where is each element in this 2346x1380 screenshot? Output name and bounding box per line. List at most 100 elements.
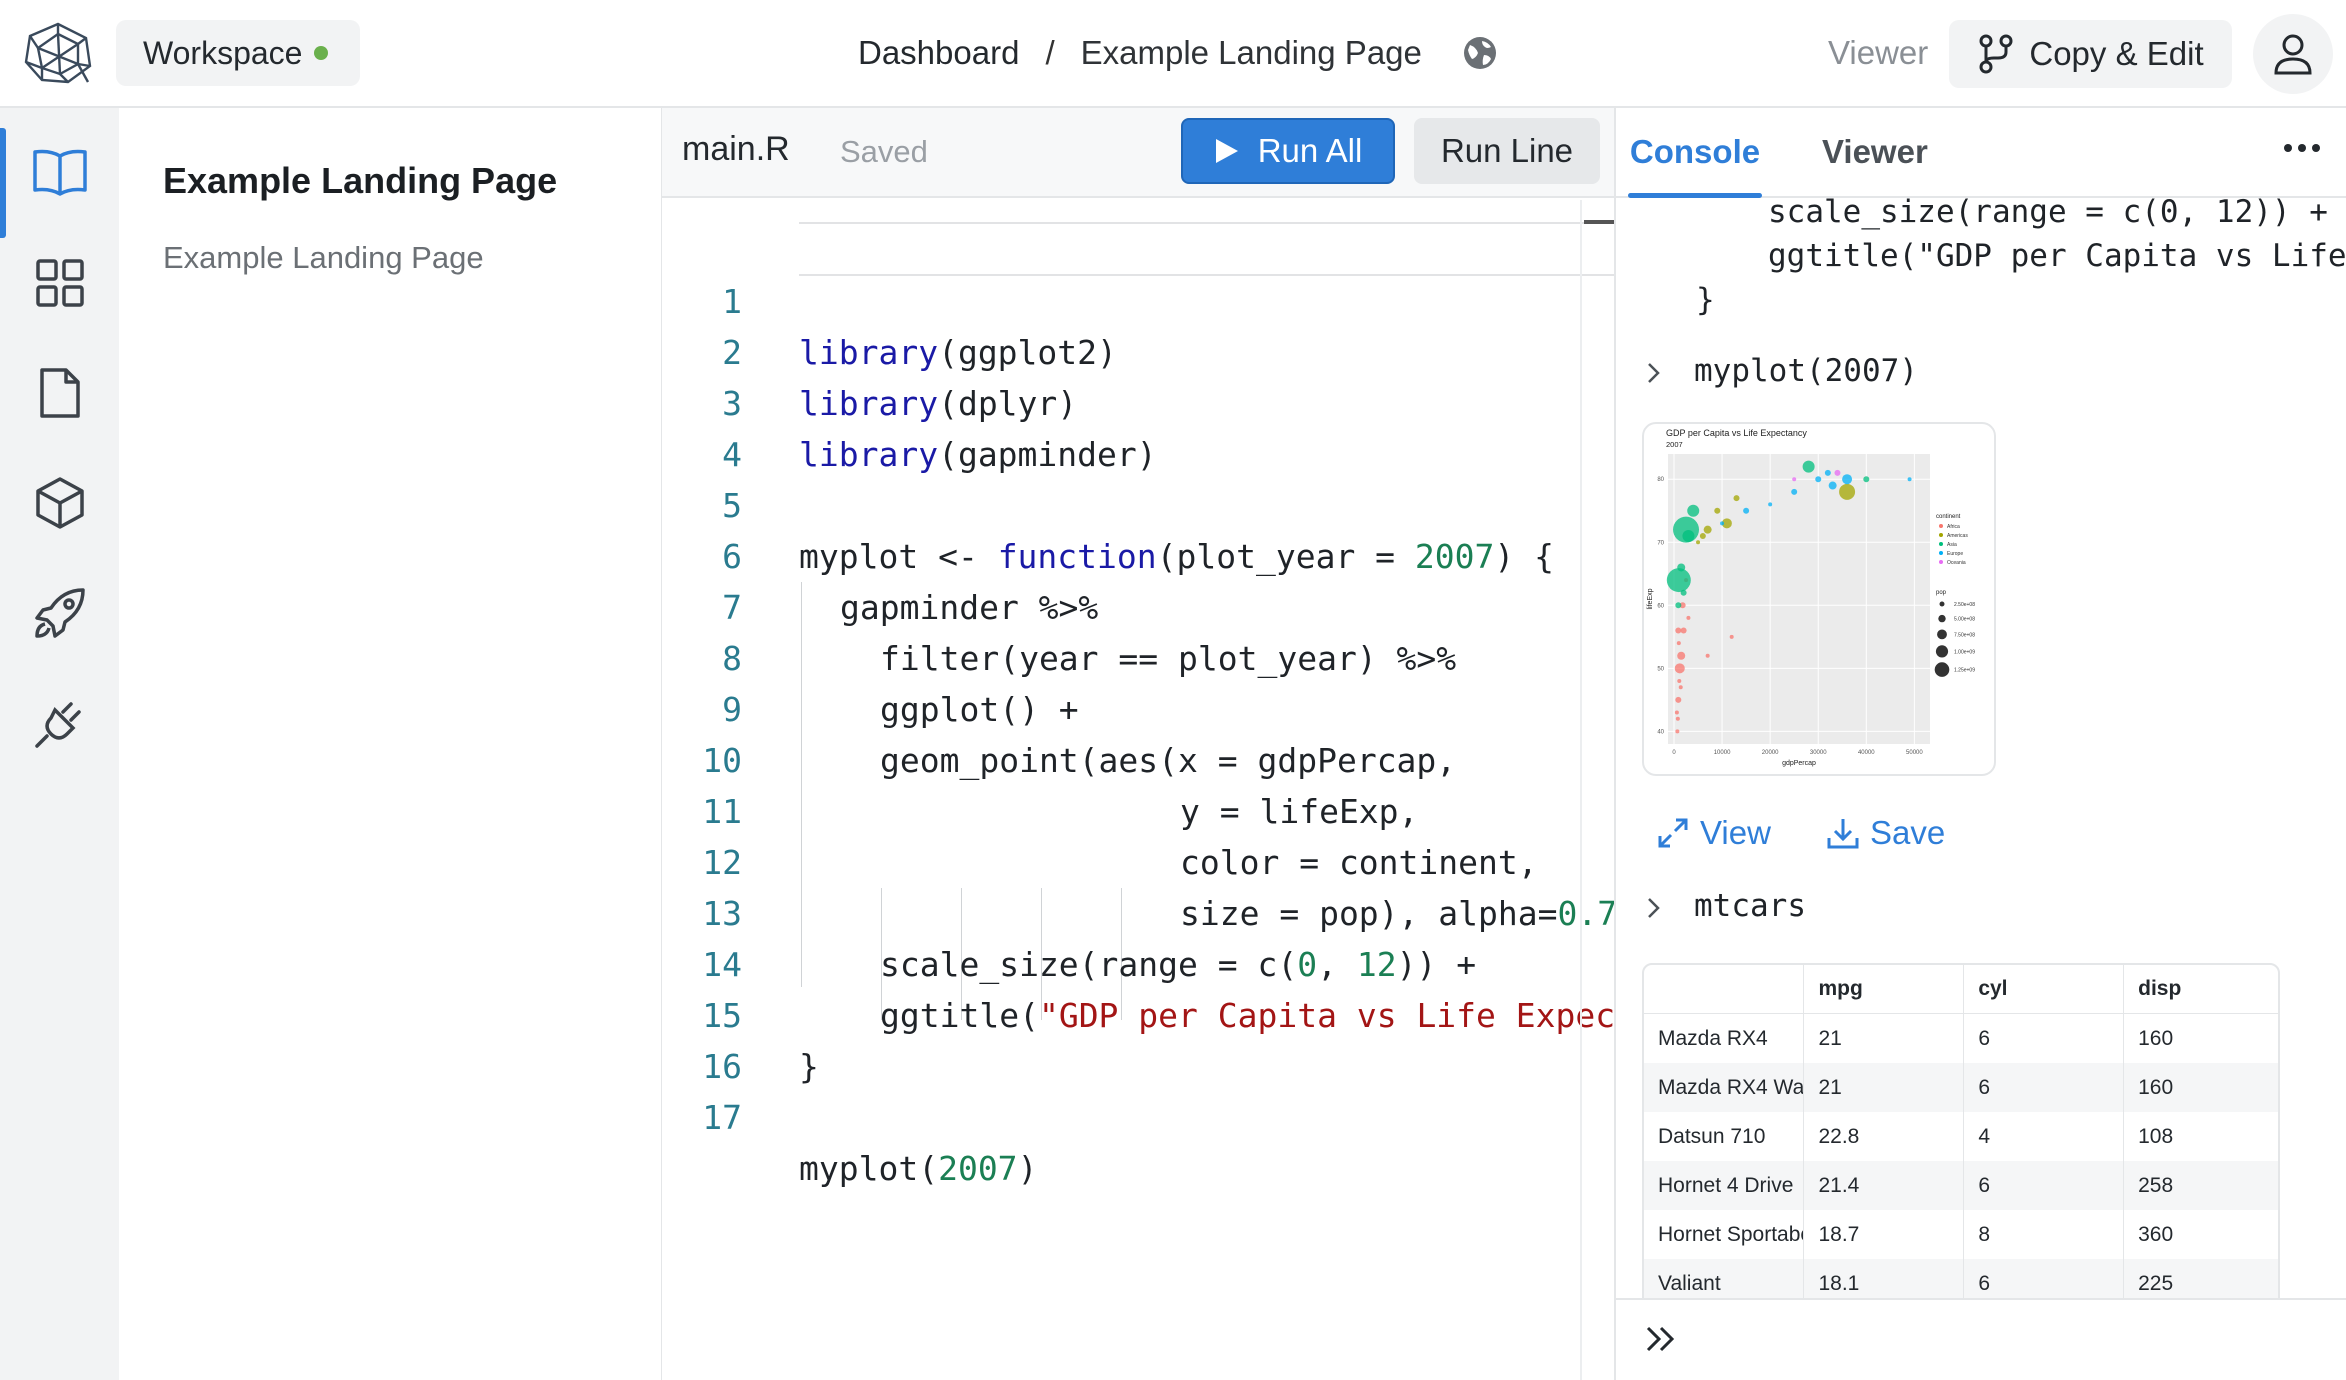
data-point bbox=[1863, 476, 1870, 483]
app-logo-icon[interactable] bbox=[20, 20, 96, 86]
pages-panel: Example Landing Page Example Landing Pag… bbox=[119, 108, 663, 1380]
code-line: 8 ggplot() + bbox=[662, 582, 1614, 729]
mode-label: Viewer bbox=[1828, 34, 1929, 71]
table-cell: Datsun 710 bbox=[1644, 1112, 1805, 1161]
table-header-cell[interactable]: disp bbox=[2123, 965, 2278, 1014]
table-cell: 258 bbox=[2123, 1161, 2278, 1210]
data-point bbox=[1675, 602, 1682, 609]
data-point bbox=[1834, 469, 1841, 476]
console-output-line: } bbox=[1696, 282, 1715, 318]
tab-viewer[interactable]: Viewer bbox=[1822, 108, 1928, 196]
data-point bbox=[1696, 540, 1701, 545]
save-plot-button[interactable]: Save bbox=[1826, 808, 1945, 858]
data-point bbox=[1815, 476, 1822, 483]
data-point bbox=[1674, 710, 1679, 715]
legend-key bbox=[1934, 662, 1950, 677]
run-all-button[interactable]: Run All bbox=[1181, 118, 1395, 184]
table-row[interactable]: Datsun 710 22.8 4 108 bbox=[1644, 1112, 2278, 1161]
save-label: Save bbox=[1870, 814, 1946, 851]
table-cell: 18.7 bbox=[1803, 1210, 1965, 1259]
table-row[interactable]: Hornet 4 Drive 21.4 6 258 bbox=[1644, 1161, 2278, 1210]
console-input-bar[interactable] bbox=[1616, 1298, 2346, 1380]
data-point bbox=[1792, 477, 1797, 482]
run-line-button[interactable]: Run Line bbox=[1414, 118, 1600, 184]
chevron-right-icon[interactable] bbox=[1646, 896, 1662, 920]
rail-item-files[interactable] bbox=[0, 338, 119, 448]
table-header-cell[interactable]: mpg bbox=[1803, 965, 1965, 1014]
table-cell: Mazda RX4 Wag bbox=[1644, 1063, 1805, 1112]
data-point bbox=[1677, 563, 1686, 572]
file-name[interactable]: main.R bbox=[682, 130, 790, 169]
code-editor-panel: main.R Saved Run All Run Line 1 library(… bbox=[662, 108, 1616, 1380]
download-icon bbox=[1826, 816, 1860, 850]
play-icon bbox=[1214, 137, 1240, 165]
y-axis-label: lifeExp bbox=[1647, 588, 1654, 609]
data-point bbox=[1666, 568, 1691, 593]
code-line: 4 bbox=[662, 378, 1614, 474]
page-list-item[interactable]: Example Landing Page bbox=[163, 240, 484, 276]
view-label: View bbox=[1700, 814, 1771, 851]
plot-output[interactable]: GDP per Capita vs Life Expectancy 2007 0… bbox=[1642, 422, 1996, 776]
rail-item-book[interactable] bbox=[0, 118, 119, 238]
code-line: 13 scale_size(range = c(0, 12)) + bbox=[662, 837, 1614, 984]
double-chevron-right-icon[interactable] bbox=[1644, 1324, 1680, 1354]
x-axis-label: gdpPercap bbox=[1782, 760, 1816, 767]
legend-key bbox=[1937, 629, 1947, 640]
plot-svg: GDP per Capita vs Life Expectancy 2007 0… bbox=[1647, 428, 1975, 767]
data-point bbox=[1687, 504, 1700, 517]
legend-label: Asia bbox=[1947, 542, 1957, 548]
expand-icon bbox=[1656, 816, 1690, 850]
rail-item-grid[interactable] bbox=[0, 228, 119, 338]
table-row[interactable]: Mazda RX4 Wag 21 6 160 bbox=[1644, 1063, 2278, 1112]
data-point bbox=[1677, 651, 1686, 660]
data-point bbox=[1839, 483, 1856, 500]
data-point bbox=[1682, 529, 1695, 542]
globe-icon[interactable] bbox=[1462, 35, 1498, 71]
table-header-cell[interactable] bbox=[1644, 965, 1805, 1014]
code-line: 9 geom_point(aes(x = gdpPercap, bbox=[662, 633, 1614, 780]
user-icon bbox=[2273, 33, 2313, 75]
editor-scrollbar[interactable] bbox=[1580, 200, 1582, 1380]
status-dot-icon bbox=[314, 46, 329, 60]
y-tick-label: 50 bbox=[1657, 666, 1664, 672]
table-row[interactable]: Mazda RX4 21 6 160 bbox=[1644, 1013, 2278, 1063]
overview-ruler-marker bbox=[1584, 220, 1614, 224]
table-cell: 6 bbox=[1963, 1013, 2125, 1063]
table-cell: 6 bbox=[1963, 1161, 2125, 1210]
x-tick-label: 50000 bbox=[1906, 750, 1923, 756]
more-options-icon[interactable] bbox=[2282, 142, 2322, 154]
data-point bbox=[1828, 481, 1837, 490]
legend-label: 2.50e+08 bbox=[1954, 602, 1975, 608]
plot-panel bbox=[1668, 454, 1930, 744]
copy-and-edit-button[interactable]: Copy & Edit bbox=[1949, 20, 2232, 88]
chevron-right-icon[interactable] bbox=[1646, 361, 1662, 385]
code-line: 14 ggtitle("GDP per Capita vs Life Expec bbox=[662, 888, 1614, 1035]
data-point bbox=[1729, 634, 1734, 639]
rail-item-packages[interactable] bbox=[0, 448, 119, 558]
rail-item-integrations[interactable] bbox=[0, 668, 119, 778]
breadcrumb-dashboard-link[interactable]: Dashboard bbox=[858, 34, 1019, 72]
x-tick-label: 30000 bbox=[1810, 750, 1827, 756]
console-panel: Console Viewer scale_size(range = c(0, 1… bbox=[1616, 108, 2346, 1380]
legend-title: continent bbox=[1936, 514, 1961, 520]
data-point bbox=[1791, 488, 1798, 495]
code-area[interactable]: 1 library(ggplot2) 2 library(dplyr) 3 li… bbox=[662, 198, 1614, 1380]
table-header-cell[interactable]: cyl bbox=[1963, 965, 2125, 1014]
view-plot-button[interactable]: View bbox=[1656, 808, 1771, 858]
legend-label: 7.50e+08 bbox=[1954, 632, 1975, 638]
tab-console[interactable]: Console bbox=[1628, 108, 1762, 198]
icon-rail bbox=[0, 108, 119, 1380]
legend-key bbox=[1939, 524, 1943, 528]
legend-label: Oceania bbox=[1947, 560, 1966, 566]
data-point bbox=[1675, 627, 1682, 634]
table-row[interactable]: Hornet Sportabout18.78360 bbox=[1644, 1210, 2278, 1259]
table-cell: Mazda RX4 bbox=[1644, 1013, 1805, 1063]
data-point bbox=[1768, 502, 1773, 507]
user-menu-button[interactable] bbox=[2253, 14, 2333, 94]
console-output-line: scale_size(range = c(0, 12)) + bbox=[1768, 194, 2328, 230]
code-line: 17 myplot(2007) bbox=[662, 1041, 1614, 1188]
workspace-button[interactable]: Workspace bbox=[116, 20, 360, 86]
rail-item-deploy[interactable] bbox=[0, 558, 119, 668]
x-tick-label: 0 bbox=[1672, 750, 1676, 756]
rocket-icon bbox=[33, 586, 87, 640]
